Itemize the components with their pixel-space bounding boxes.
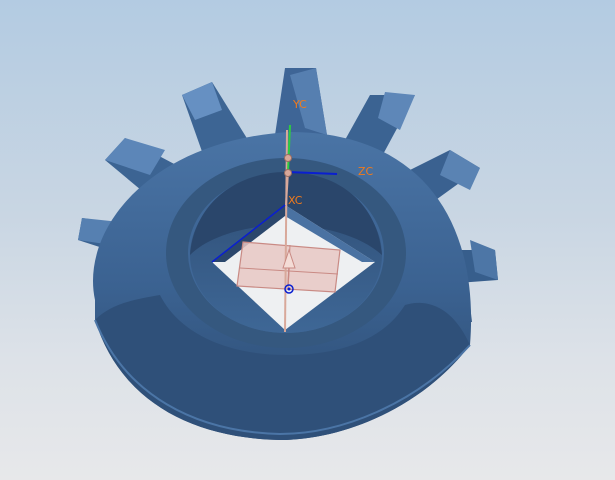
triad-origin[interactable] [284, 169, 292, 177]
model-scene[interactable]: YC ZC XC [0, 0, 615, 480]
zc-label: ZC [358, 165, 374, 178]
triad-handle[interactable] [284, 154, 292, 162]
graphics-viewport[interactable]: YC ZC XC [0, 0, 615, 480]
xc-label: XC [288, 194, 303, 207]
yc-label: YC [292, 98, 307, 111]
